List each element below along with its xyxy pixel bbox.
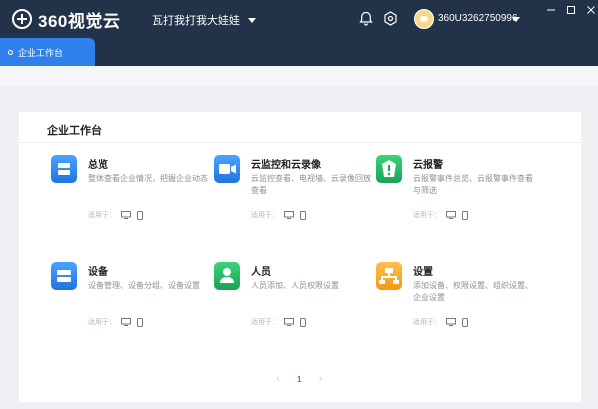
person-icon <box>214 262 240 290</box>
phone-icon <box>137 210 143 220</box>
alarm-icon <box>376 155 402 183</box>
workspace-selector[interactable]: 瓦打我打我大娃娃 <box>152 12 256 28</box>
content-header-strip <box>0 66 598 86</box>
card-description: 整体查看企业情况，把握企业动态 <box>88 174 208 183</box>
phone-icon <box>137 317 143 327</box>
card-platforms: 适用于： <box>251 210 306 220</box>
card-personnel[interactable]: 人员 人员添加、人员权限设置 适用于： <box>214 262 374 352</box>
circle-icon <box>8 49 13 55</box>
card-title: 云监控和云录像 <box>251 160 321 171</box>
monitor-icon <box>446 318 456 326</box>
pagination: ‹ 1 › <box>273 374 325 384</box>
card-description: 云报警事件总览、云报警事件查看与筛选 <box>413 174 533 195</box>
card-platforms: 适用于： <box>88 210 143 220</box>
chevron-down-icon[interactable] <box>512 17 520 22</box>
app-logo: 360视觉云 <box>12 8 121 31</box>
card-platforms: 适用于： <box>88 317 143 327</box>
card-platforms: 适用于： <box>251 317 306 327</box>
settings-org-icon <box>376 262 402 290</box>
chevron-down-icon <box>248 17 256 23</box>
monitor-icon <box>121 318 131 326</box>
phone-icon <box>300 317 306 327</box>
tab-strip: 企业工作台 <box>0 38 598 66</box>
monitor-icon <box>446 211 456 219</box>
divider <box>19 142 581 143</box>
monitor-icon <box>284 211 294 219</box>
card-cloud-alarm[interactable]: 云报警 云报警事件总览、云报警事件查看与筛选 适用于： <box>376 155 536 245</box>
tab-enterprise-workbench[interactable]: 企业工作台 <box>0 38 95 66</box>
overview-icon <box>51 155 77 183</box>
card-description: 添加设备、权限设置、组织设置、企业设置 <box>413 281 533 302</box>
card-title: 云报警 <box>413 160 443 171</box>
platform-label: 适用于： <box>251 212 279 219</box>
card-title: 总览 <box>88 160 108 171</box>
chevron-left-icon[interactable]: ‹ <box>273 374 283 384</box>
workspace-name: 瓦打我打我大娃娃 <box>152 15 240 27</box>
title-bar: 360视觉云 瓦打我打我大娃娃 360U3262750996 <box>0 0 598 38</box>
platform-label: 适用于： <box>88 319 116 326</box>
card-description: 设备管理、设备分组、设备设置 <box>88 281 200 290</box>
card-description: 云监控查看、电视墙、云录像回放查看 <box>251 174 371 195</box>
maximize-icon[interactable] <box>565 4 577 16</box>
phone-icon <box>300 210 306 220</box>
logo-icon <box>12 9 32 29</box>
card-cloud-monitor[interactable]: 云监控和云录像 云监控查看、电视墙、云录像回放查看 适用于： <box>214 155 374 245</box>
phone-icon <box>462 210 468 220</box>
monitor-icon <box>284 318 294 326</box>
page-number[interactable]: 1 <box>297 375 301 384</box>
platform-label: 适用于： <box>413 319 441 326</box>
monitor-icon <box>121 211 131 219</box>
workbench-panel: 企业工作台 总览 整体查看企业情况，把握企业动态 适用于： 云监控和云录像 云监… <box>19 112 581 402</box>
close-icon[interactable] <box>585 4 597 16</box>
phone-icon <box>462 317 468 327</box>
card-description: 人员添加、人员权限设置 <box>251 281 339 290</box>
logo-text: 360视觉云 <box>38 11 121 31</box>
device-icon <box>51 262 77 290</box>
card-title: 设置 <box>413 267 433 278</box>
camera-icon <box>214 155 240 183</box>
platform-label: 适用于： <box>88 212 116 219</box>
platform-label: 适用于： <box>251 319 279 326</box>
card-devices[interactable]: 设备 设备管理、设备分组、设备设置 适用于： <box>51 262 211 352</box>
card-title: 设备 <box>88 267 108 278</box>
page-title: 企业工作台 <box>47 125 102 137</box>
avatar[interactable] <box>414 9 434 29</box>
card-platforms: 适用于： <box>413 317 468 327</box>
chevron-right-icon[interactable]: › <box>315 374 325 384</box>
platform-label: 适用于： <box>413 212 441 219</box>
gear-icon[interactable] <box>383 11 398 26</box>
tab-label: 企业工作台 <box>18 47 64 58</box>
card-settings[interactable]: 设置 添加设备、权限设置、组织设置、企业设置 适用于： <box>376 262 536 352</box>
card-platforms: 适用于： <box>413 210 468 220</box>
card-overview[interactable]: 总览 整体查看企业情况，把握企业动态 适用于： <box>51 155 211 245</box>
card-title: 人员 <box>251 267 271 278</box>
bell-icon[interactable] <box>359 11 373 26</box>
username[interactable]: 360U3262750996 <box>438 13 518 24</box>
minimize-icon[interactable] <box>545 4 557 16</box>
